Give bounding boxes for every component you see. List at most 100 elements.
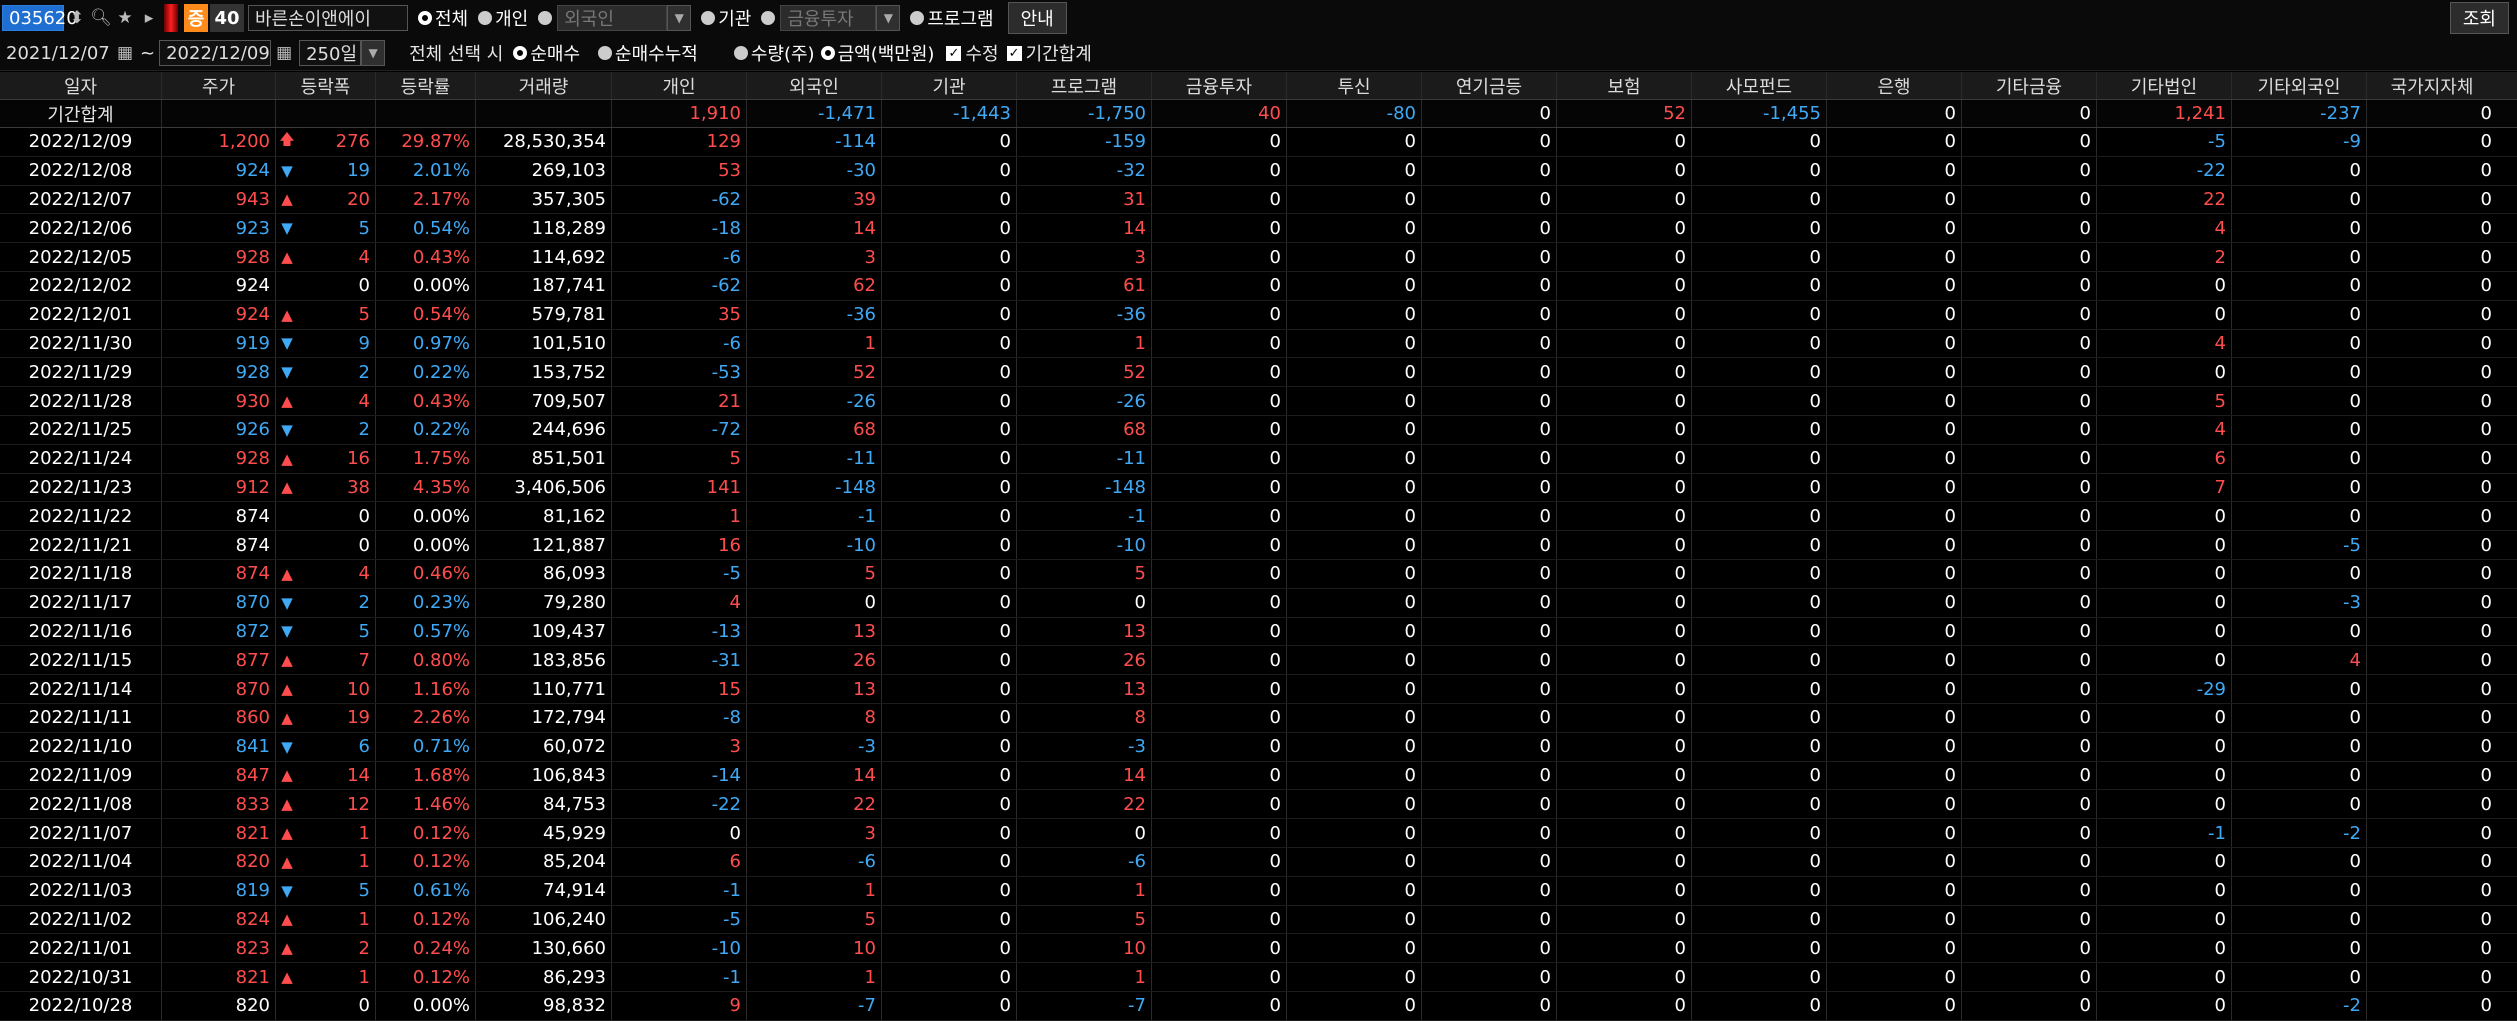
table-row[interactable]: 2022/12/07 943 ▲ 20 2.17% 357,305 -62 39 0 31 0 0 0 0… <box>0 185 2517 215</box>
investor-value-cell: 8 <box>1017 703 1152 732</box>
table-row[interactable]: 2022/11/10 841 ▼ 6 0.71% 60,072 3 -3 0 -3 0 0 0 0 0 0 0 0… <box>0 732 2517 762</box>
investor-value-cell: 0 <box>1287 963 1422 991</box>
radio-net-buy-cumulative[interactable]: 순매수누적 <box>598 40 698 66</box>
table-row[interactable]: 2022/11/29 928 ▼ 2 0.22% 153,752 -53 52 0 52 0 0 0 0 0… <box>0 358 2517 388</box>
investor-value-cell: 0 <box>882 300 1017 329</box>
table-row[interactable]: 2022/11/17 870 ▼ 2 0.23% 79,280 4 0 0 0 0 0 0 0 0 0 0 0 -3… <box>0 588 2517 618</box>
period-total-checkbox[interactable]: ✓ 기간합계 <box>1006 40 1092 66</box>
up-triangle-icon: ▲ <box>281 766 293 785</box>
investor-value-cell: 0 <box>1557 387 1692 415</box>
investor-value-cell: 26 <box>747 646 882 675</box>
table-row[interactable]: 2022/11/28 930 ▲ 4 0.43% 709,507 21 -26 0 -26 0 0 0 0… <box>0 387 2517 416</box>
investor-value-cell: 0 <box>2232 617 2367 646</box>
table-row[interactable]: 2022/12/06 923 ▼ 5 0.54% 118,289 -18 14 0 14 0 0 0 0 0… <box>0 214 2517 244</box>
table-row[interactable]: 2022/11/08 833 ▲ 12 1.46% 84,753 -22 22 0 22 0 0 0 0 0… <box>0 790 2517 820</box>
volume-cell: 86,293 <box>476 963 612 991</box>
investor-value-cell: 0 <box>1287 819 1422 847</box>
chevron-down-icon[interactable]: ▼ <box>361 40 386 66</box>
financial-select[interactable]: 금융투자 <box>780 5 877 31</box>
investor-value-cell: 0 <box>1827 675 1962 703</box>
radio-all[interactable]: 전체 <box>418 5 468 31</box>
table-row[interactable]: 2022/12/02 924 0 0.00% 187,741 -62 62 0 61 0 0 0 0 0 0… <box>0 271 2517 301</box>
start-date-input[interactable]: 2021/12/07 <box>0 40 112 66</box>
investor-value-cell: 0 <box>1152 819 1287 847</box>
investor-value-cell: 0 <box>1557 703 1692 732</box>
table-row[interactable]: 2022/11/15 877 ▲ 7 0.80% 183,856 -31 26 0 26 0 0 0 0 0… <box>0 646 2517 676</box>
chevron-down-icon[interactable]: ▼ <box>667 5 692 31</box>
radio-institution[interactable]: 기관 <box>701 5 751 31</box>
volume-cell: 153,752 <box>476 358 612 387</box>
table-row[interactable]: 2022/10/28 820 0 0.00% 98,832 9 -7 0 -7 0 0 0 0 0 0 0 0-… <box>0 991 2517 1021</box>
table-row[interactable]: 2022/11/14 870 ▲ 10 1.16% 110,771 15 13 0 13 0 0 0 0 0… <box>0 675 2517 704</box>
investor-value-cell: 0 <box>1962 128 2097 156</box>
spin-updown-icon[interactable]: ⬍ <box>66 5 88 31</box>
table-row[interactable]: 2022/12/08 924 ▼ 19 2.01% 269,103 53 -30 0 -32 0 0 0… <box>0 156 2517 186</box>
calendar-icon[interactable]: ▦ <box>114 40 136 66</box>
favorite-star-icon[interactable]: ★ <box>114 5 136 31</box>
table-row[interactable]: 2022/12/05 928 ▲ 4 0.43% 114,692 -6 3 0 3 0 0 0 0 0 0 0 2… <box>0 243 2517 272</box>
search-icon[interactable]: 🔍︎ <box>90 5 112 31</box>
radio-individual[interactable]: 개인 <box>478 5 528 31</box>
calendar-icon[interactable]: ▦ <box>273 40 295 66</box>
rate-cell: 0.43% <box>376 387 476 415</box>
investor-value-cell: 0 <box>2232 675 2367 703</box>
investor-value-cell: 14 <box>747 214 882 243</box>
end-date-input[interactable]: 2022/12/09 <box>159 40 272 66</box>
table-row[interactable]: 2022/11/03 819 ▼ 5 0.61% 74,914 -1 1 0 1 0 0 0 0 0 0 0 0 0… <box>0 876 2517 906</box>
table-row[interactable]: 2022/11/02 824 ▲ 1 0.12% 106,240 -5 5 0 5 0 0 0 0 0 0 0 0… <box>0 905 2517 935</box>
table-row[interactable]: 2022/11/21 874 0 0.00% 121,887 16 -10 0 -10 0 0 0 0 0… <box>0 531 2517 560</box>
lookup-button[interactable]: 조회 <box>2449 2 2509 34</box>
column-header-investor: 기관 <box>882 72 1017 99</box>
investor-value-cell: 0 <box>2232 415 2367 444</box>
investor-value-cell: 0 <box>1962 847 2097 876</box>
investor-value-cell: 0 <box>2232 876 2367 905</box>
investor-value-cell: -1 <box>747 502 882 531</box>
table-row[interactable]: 2022/12/01 924 ▲ 5 0.54% 579,781 35 -36 0 -36 0 0 0 0… <box>0 300 2517 330</box>
stock-code-input[interactable]: 035620 <box>2 5 78 31</box>
investor-value-cell: -62 <box>612 185 747 214</box>
investor-value-cell: 0 <box>2232 358 2367 387</box>
play-arrow-icon[interactable]: ▸ <box>138 5 160 31</box>
radio-net-buy[interactable]: 순매수 <box>513 40 580 66</box>
table-row[interactable]: 2022/11/23 912 ▲ 38 4.35% 3,406,506 141 -148 0 -1… <box>0 473 2517 503</box>
investor-value-cell: 0 <box>1557 588 1692 617</box>
table-row[interactable]: 2022/11/30 919 ▼ 9 0.97% 101,510 -6 1 0 1 0 0 0 0 0 0 0 4… <box>0 329 2517 359</box>
foreigner-select[interactable]: 외국인 <box>557 5 668 31</box>
chevron-down-icon[interactable]: ▼ <box>876 5 901 31</box>
investor-value-cell: 9 <box>612 991 747 1020</box>
date-cell: 2022/11/04 <box>0 847 162 876</box>
adjust-checkbox[interactable]: ✓ 수정 <box>946 40 999 66</box>
investor-value-cell: 0 <box>882 329 1017 358</box>
table-row[interactable]: 2022/11/24 928 ▲ 16 1.75% 851,501 5 -11 0 -11 0 0 0 0… <box>0 444 2517 474</box>
table-row[interactable]: 2022/11/22 874 0 0.00% 81,162 1 -1 0 -1 0 0 0 0 0 0 0 0 0… <box>0 502 2517 532</box>
table-row[interactable]: 2022/11/25 926 ▼ 2 0.22% 244,696 -72 68 0 68 0 0 0 0 0… <box>0 415 2517 445</box>
change-cell: 4 <box>298 387 376 415</box>
investor-value-cell: 5 <box>2097 387 2232 415</box>
table-row[interactable]: 2022/12/09 1,200 🡅 276 29.87% 28,530,354 129 -1… <box>0 128 2517 157</box>
radio-quantity[interactable]: 수량(주) <box>733 40 815 66</box>
investor-value-cell: 0 <box>1692 415 1827 444</box>
days-select[interactable]: 250일 <box>299 40 362 66</box>
investor-value-cell: 0 <box>1287 991 1422 1020</box>
investor-value-cell: 0 <box>1692 531 1827 559</box>
table-row[interactable]: 2022/11/01 823 ▲ 2 0.24% 130,660 -10 10 0 10 0 0 0 0 0… <box>0 934 2517 964</box>
radio-foreigner[interactable] <box>538 11 555 25</box>
investor-value-cell: 0 <box>2097 847 2232 876</box>
investor-value-cell: 0 <box>2232 732 2367 761</box>
investor-value-cell: 0 <box>1827 847 1962 876</box>
radio-program[interactable]: 프로그램 <box>910 5 994 31</box>
table-row[interactable]: 2022/11/16 872 ▼ 5 0.57% 109,437 -13 13 0 13 0 0 0 0 0… <box>0 617 2517 647</box>
guide-button[interactable]: 안내 <box>1007 2 1067 34</box>
investor-value-cell: 0 <box>882 185 1017 214</box>
table-row[interactable]: 2022/11/09 847 ▲ 14 1.68% 106,843 -14 14 0 14 0 0 0 0… <box>0 761 2517 791</box>
radio-financial[interactable] <box>761 11 778 25</box>
table-row[interactable]: 2022/11/04 820 ▲ 1 0.12% 85,204 6 -6 0 -6 0 0 0 0 0 0 0 0… <box>0 847 2517 877</box>
period-total-value: -1,443 <box>882 100 1017 127</box>
table-row[interactable]: 2022/11/07 821 ▲ 1 0.12% 45,929 0 3 0 0 0 0 0 0 0 0 0 -1-… <box>0 819 2517 848</box>
table-row[interactable]: 2022/11/18 874 ▲ 4 0.46% 86,093 -5 5 0 5 0 0 0 0 0 0 0 0 0… <box>0 559 2517 589</box>
investor-value-cell: 0 <box>1962 502 2097 531</box>
investor-value-cell: 0 <box>1422 819 1557 847</box>
radio-amount[interactable]: 금액(백만원) <box>820 40 934 66</box>
table-row[interactable]: 2022/10/31 821 ▲ 1 0.12% 86,293 -1 1 0 1 0 0 0 0 0 0 0 0 0… <box>0 963 2517 992</box>
table-row[interactable]: 2022/11/11 860 ▲ 19 2.26% 172,794 -8 8 0 8 0 0 0 0 0 0 0… <box>0 703 2517 733</box>
